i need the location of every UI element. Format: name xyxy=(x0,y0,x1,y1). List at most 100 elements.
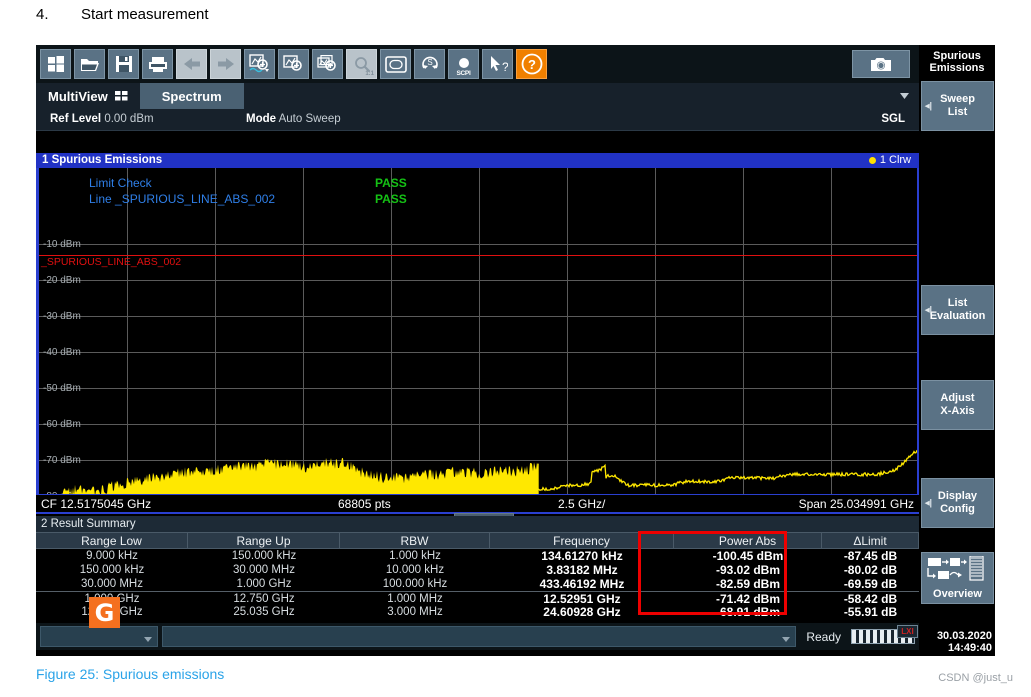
tab-multiview-label: MultiView xyxy=(48,89,108,104)
softkey-adjust-x-axis-line1: Adjust xyxy=(940,392,974,404)
softkey-adjust-x-axis[interactable]: Adjust X-Axis xyxy=(921,380,994,430)
column-header-rbw: RBW xyxy=(340,533,490,548)
softkey-list-evaluation-line2: Evaluation xyxy=(930,310,986,322)
softkey-menu-title: Spurious Emissions xyxy=(919,45,995,78)
diagram-title-bar: 1 Spurious Emissions 1 Clrw xyxy=(36,153,919,168)
cell-range-low: 150.000 kHz xyxy=(36,563,188,577)
cell-power-abs: -82.59 dBm xyxy=(674,577,822,591)
open-folder-icon[interactable] xyxy=(74,49,105,79)
result-summary-table[interactable]: Range Low Range Up RBW Frequency Power A… xyxy=(36,532,919,620)
step-heading: 4. Start measurement xyxy=(36,6,209,23)
mode-label: Mode xyxy=(246,113,276,125)
softkey-overview[interactable]: Overview xyxy=(921,552,994,604)
zoom-one-to-one-icon[interactable]: 1:1 xyxy=(346,49,377,79)
status-bar: Ready xyxy=(36,623,919,650)
cell-range-up: 30.000 MHz xyxy=(188,563,340,577)
table-row[interactable]: 150.000 kHz 30.000 MHz 10.000 kHz 3.8318… xyxy=(36,563,919,577)
cell-range-low: 9.000 kHz xyxy=(36,549,188,563)
windows-start-icon[interactable] xyxy=(40,49,71,79)
cell-power-abs: -93.02 dBm xyxy=(674,563,822,577)
camera-icon[interactable] xyxy=(852,50,910,78)
ready-status: Ready xyxy=(800,630,847,644)
scpi-icon[interactable]: SCPI xyxy=(448,49,479,79)
column-header-power-abs: Power Abs xyxy=(674,533,822,548)
trace-color-dot xyxy=(869,157,876,164)
span-value: Span 25.034991 GHz xyxy=(799,497,914,511)
chevron-down-icon xyxy=(144,633,152,645)
cell-power-abs: -68.91 dBm xyxy=(674,605,822,619)
cell-rbw: 10.000 kHz xyxy=(340,563,490,577)
mode-info: Mode Auto Sweep xyxy=(246,113,341,125)
trace-indicator[interactable]: 1 Clrw xyxy=(869,153,911,168)
tab-spectrum[interactable]: Spectrum xyxy=(140,83,244,109)
table-row[interactable]: 1.000 GHz 12.750 GHz 1.000 MHz 12.52951 … xyxy=(36,591,919,605)
undo-icon[interactable] xyxy=(176,49,207,79)
chevron-down-icon xyxy=(782,633,790,645)
one-to-one-label: 1:1 xyxy=(365,71,374,77)
zoom-trace-icon[interactable] xyxy=(244,49,275,79)
sequencer-icon[interactable]: S xyxy=(414,49,445,79)
cell-delta-limit: -80.02 dB xyxy=(822,563,919,577)
cell-frequency: 3.83182 MHz xyxy=(490,563,674,577)
softkey-sweep-list-line1: Sweep xyxy=(940,93,975,105)
softkey-display-config-line2: Config xyxy=(940,503,975,515)
status-dropdown-main[interactable] xyxy=(162,626,796,647)
printer-icon[interactable] xyxy=(142,49,173,79)
zoom-multi-icon[interactable] xyxy=(312,49,343,79)
instrument-window: 1:1 S SCPI ? ? xyxy=(36,45,995,656)
cell-power-abs: -71.42 dBm xyxy=(674,592,822,605)
cell-delta-limit: -55.91 dB xyxy=(822,605,919,619)
cell-rbw: 3.000 MHz xyxy=(340,605,490,619)
tab-bar-filler xyxy=(244,83,919,109)
softkey-overview-label: Overview xyxy=(933,588,982,601)
cell-frequency: 134.61270 kHz xyxy=(490,549,674,563)
zoom-in-icon[interactable] xyxy=(278,49,309,79)
cell-frequency: 12.52951 GHz xyxy=(490,592,674,605)
softkey-list-evaluation[interactable]: ◂| List Evaluation xyxy=(921,285,994,335)
cell-range-up: 25.035 GHz xyxy=(188,605,340,619)
step-number: 4. xyxy=(36,6,81,23)
watermark-text: CSDN @just_u xyxy=(938,672,1013,684)
per-division: 2.5 GHz/ xyxy=(558,497,605,511)
tab-bar: MultiView Spectrum xyxy=(36,83,919,109)
cell-range-up: 12.750 GHz xyxy=(188,592,340,605)
cell-rbw: 100.000 kHz xyxy=(340,577,490,591)
brand-badge-icon: G xyxy=(89,597,120,628)
softkey-panel: Spurious Emissions ◂| Sweep List ◂| List… xyxy=(919,45,995,656)
column-header-frequency: Frequency xyxy=(490,533,674,548)
save-icon[interactable] xyxy=(108,49,139,79)
pointer-help-icon[interactable]: ? xyxy=(482,49,513,79)
softkey-sweep-list[interactable]: ◂| Sweep List xyxy=(921,81,994,131)
svg-text:?: ? xyxy=(528,57,536,72)
trace-curve xyxy=(39,168,919,494)
current-time: 14:49:40 xyxy=(921,642,992,654)
cell-range-up: 150.000 kHz xyxy=(188,549,340,563)
current-date: 30.03.2020 xyxy=(921,630,992,642)
submenu-arrow-icon: ◂| xyxy=(925,100,932,113)
table-header-row: Range Low Range Up RBW Frequency Power A… xyxy=(36,532,919,549)
ref-level-info: Ref Level 0.00 dBm xyxy=(50,113,154,125)
status-dropdown-left[interactable] xyxy=(40,626,158,647)
submenu-arrow-icon: ◂| xyxy=(925,497,932,510)
table-row[interactable]: 30.000 MHz 1.000 GHz 100.000 kHz 433.461… xyxy=(36,577,919,591)
center-frequency: CF 12.5175045 GHz xyxy=(41,497,151,511)
submenu-arrow-icon: ◂| xyxy=(925,304,932,317)
cell-range-up: 1.000 GHz xyxy=(188,577,340,591)
overview-diagram-icon xyxy=(927,556,989,586)
cell-delta-limit: -58.42 dB xyxy=(822,592,919,605)
table-row[interactable]: 12.750 GHz 25.035 GHz 3.000 MHz 24.60928… xyxy=(36,605,919,619)
fullscreen-icon[interactable] xyxy=(380,49,411,79)
chevron-down-icon[interactable] xyxy=(900,90,909,102)
table-row[interactable]: 9.000 kHz 150.000 kHz 1.000 kHz 134.6127… xyxy=(36,549,919,563)
trace-indicator-label: 1 Clrw xyxy=(880,153,911,168)
scpi-label: SCPI xyxy=(449,70,478,77)
redo-icon[interactable] xyxy=(210,49,241,79)
softkey-display-config[interactable]: ◂| Display Config xyxy=(921,478,994,528)
help-icon[interactable]: ? xyxy=(516,49,547,79)
cell-range-low: 30.000 MHz xyxy=(36,577,188,591)
cell-delta-limit: -69.59 dB xyxy=(822,577,919,591)
sweep-points: 68805 pts xyxy=(338,497,391,511)
plot-footer: CF 12.5175045 GHz 68805 pts 2.5 GHz/ Spa… xyxy=(36,494,919,514)
tab-multiview[interactable]: MultiView xyxy=(36,83,140,109)
spectrum-plot[interactable]: -10 dBm -20 dBm -30 dBm -40 dBm -50 dBm … xyxy=(36,168,919,494)
